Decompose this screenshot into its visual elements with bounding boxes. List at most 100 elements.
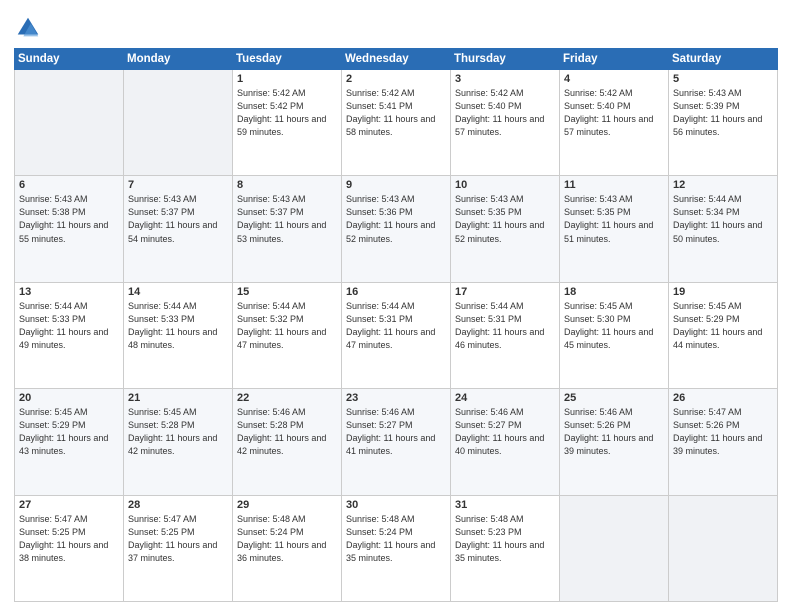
day-number: 19	[673, 286, 773, 298]
calendar-body: 1 Sunrise: 5:42 AM Sunset: 5:42 PM Daylig…	[15, 70, 778, 602]
day-info: Sunrise: 5:42 AM Sunset: 5:40 PM Dayligh…	[564, 87, 664, 139]
weekday-header-friday: Friday	[560, 49, 669, 70]
calendar-cell: 6 Sunrise: 5:43 AM Sunset: 5:38 PM Daylig…	[15, 176, 124, 282]
calendar-cell: 14 Sunrise: 5:44 AM Sunset: 5:33 PM Dayli…	[124, 282, 233, 388]
day-info: Sunrise: 5:43 AM Sunset: 5:37 PM Dayligh…	[237, 193, 337, 245]
calendar-week-0: 1 Sunrise: 5:42 AM Sunset: 5:42 PM Daylig…	[15, 70, 778, 176]
calendar-cell: 8 Sunrise: 5:43 AM Sunset: 5:37 PM Daylig…	[233, 176, 342, 282]
calendar-cell: 17 Sunrise: 5:44 AM Sunset: 5:31 PM Dayli…	[451, 282, 560, 388]
calendar-cell: 13Sunrise: 5:44 AM Sunset: 5:33 PM Dayli…	[15, 282, 124, 388]
day-info: Sunrise: 5:45 AM Sunset: 5:29 PM Dayligh…	[19, 406, 119, 458]
day-number: 5	[673, 73, 773, 85]
day-number: 26	[673, 392, 773, 404]
page: SundayMondayTuesdayWednesdayThursdayFrid…	[0, 0, 792, 612]
day-number: 28	[128, 499, 228, 511]
day-info: Sunrise: 5:44 AM Sunset: 5:31 PM Dayligh…	[455, 300, 555, 352]
day-number: 1	[237, 73, 337, 85]
day-info: Sunrise: 5:43 AM Sunset: 5:36 PM Dayligh…	[346, 193, 446, 245]
calendar-header: SundayMondayTuesdayWednesdayThursdayFrid…	[15, 49, 778, 70]
day-info: Sunrise: 5:43 AM Sunset: 5:35 PM Dayligh…	[564, 193, 664, 245]
day-number: 8	[237, 179, 337, 191]
day-info: Sunrise: 5:45 AM Sunset: 5:30 PM Dayligh…	[564, 300, 664, 352]
weekday-header-sunday: Sunday	[15, 49, 124, 70]
day-number: 25	[564, 392, 664, 404]
day-info: Sunrise: 5:46 AM Sunset: 5:28 PM Dayligh…	[237, 406, 337, 458]
day-info: Sunrise: 5:46 AM Sunset: 5:27 PM Dayligh…	[346, 406, 446, 458]
calendar-cell: 5 Sunrise: 5:43 AM Sunset: 5:39 PM Daylig…	[669, 70, 778, 176]
calendar-cell: 29Sunrise: 5:48 AM Sunset: 5:24 PM Dayli…	[233, 495, 342, 601]
day-number: 18	[564, 286, 664, 298]
calendar-cell: 15Sunrise: 5:44 AM Sunset: 5:32 PM Dayli…	[233, 282, 342, 388]
logo-icon	[14, 14, 42, 42]
day-info: Sunrise: 5:43 AM Sunset: 5:38 PM Dayligh…	[19, 193, 119, 245]
day-number: 31	[455, 499, 555, 511]
logo	[14, 14, 44, 42]
day-info: Sunrise: 5:44 AM Sunset: 5:34 PM Dayligh…	[673, 193, 773, 245]
day-info: Sunrise: 5:47 AM Sunset: 5:25 PM Dayligh…	[128, 513, 228, 565]
day-number: 2	[346, 73, 446, 85]
day-info: Sunrise: 5:48 AM Sunset: 5:24 PM Dayligh…	[237, 513, 337, 565]
calendar-cell: 18 Sunrise: 5:45 AM Sunset: 5:30 PM Dayli…	[560, 282, 669, 388]
calendar-cell: 24Sunrise: 5:46 AM Sunset: 5:27 PM Dayli…	[451, 389, 560, 495]
calendar-cell: 22Sunrise: 5:46 AM Sunset: 5:28 PM Dayli…	[233, 389, 342, 495]
calendar-cell	[124, 70, 233, 176]
calendar-cell: 21Sunrise: 5:45 AM Sunset: 5:28 PM Dayli…	[124, 389, 233, 495]
calendar-cell: 30Sunrise: 5:48 AM Sunset: 5:24 PM Dayli…	[342, 495, 451, 601]
day-number: 6	[19, 179, 119, 191]
day-number: 10	[455, 179, 555, 191]
day-info: Sunrise: 5:46 AM Sunset: 5:26 PM Dayligh…	[564, 406, 664, 458]
day-info: Sunrise: 5:44 AM Sunset: 5:32 PM Dayligh…	[237, 300, 337, 352]
weekday-header-wednesday: Wednesday	[342, 49, 451, 70]
calendar-week-4: 27 Sunrise: 5:47 AM Sunset: 5:25 PM Dayli…	[15, 495, 778, 601]
header	[14, 10, 778, 42]
calendar-cell: 12 Sunrise: 5:44 AM Sunset: 5:34 PM Dayli…	[669, 176, 778, 282]
weekday-header-saturday: Saturday	[669, 49, 778, 70]
calendar-week-2: 13Sunrise: 5:44 AM Sunset: 5:33 PM Dayli…	[15, 282, 778, 388]
day-info: Sunrise: 5:43 AM Sunset: 5:37 PM Dayligh…	[128, 193, 228, 245]
day-info: Sunrise: 5:46 AM Sunset: 5:27 PM Dayligh…	[455, 406, 555, 458]
day-number: 30	[346, 499, 446, 511]
day-number: 20	[19, 392, 119, 404]
calendar-cell: 25 Sunrise: 5:46 AM Sunset: 5:26 PM Dayli…	[560, 389, 669, 495]
calendar-cell: 23 Sunrise: 5:46 AM Sunset: 5:27 PM Dayli…	[342, 389, 451, 495]
day-number: 12	[673, 179, 773, 191]
calendar-cell: 7Sunrise: 5:43 AM Sunset: 5:37 PM Daylig…	[124, 176, 233, 282]
day-number: 23	[346, 392, 446, 404]
day-number: 14	[128, 286, 228, 298]
day-number: 27	[19, 499, 119, 511]
calendar-cell: 2 Sunrise: 5:42 AM Sunset: 5:41 PM Daylig…	[342, 70, 451, 176]
calendar-cell: 26Sunrise: 5:47 AM Sunset: 5:26 PM Dayli…	[669, 389, 778, 495]
day-number: 16	[346, 286, 446, 298]
calendar-cell: 27Sunrise: 5:47 AM Sunset: 5:25 PM Dayli…	[15, 495, 124, 601]
day-number: 11	[564, 179, 664, 191]
weekday-header-tuesday: Tuesday	[233, 49, 342, 70]
day-number: 21	[128, 392, 228, 404]
day-info: Sunrise: 5:43 AM Sunset: 5:35 PM Dayligh…	[455, 193, 555, 245]
calendar-cell: 9 Sunrise: 5:43 AM Sunset: 5:36 PM Daylig…	[342, 176, 451, 282]
day-info: Sunrise: 5:44 AM Sunset: 5:33 PM Dayligh…	[128, 300, 228, 352]
day-info: Sunrise: 5:48 AM Sunset: 5:23 PM Dayligh…	[455, 513, 555, 565]
day-info: Sunrise: 5:44 AM Sunset: 5:31 PM Dayligh…	[346, 300, 446, 352]
calendar-cell: 10 Sunrise: 5:43 AM Sunset: 5:35 PM Dayli…	[451, 176, 560, 282]
calendar-cell: 20 Sunrise: 5:45 AM Sunset: 5:29 PM Dayli…	[15, 389, 124, 495]
day-info: Sunrise: 5:42 AM Sunset: 5:42 PM Dayligh…	[237, 87, 337, 139]
calendar-cell: 19Sunrise: 5:45 AM Sunset: 5:29 PM Dayli…	[669, 282, 778, 388]
calendar-cell: 3Sunrise: 5:42 AM Sunset: 5:40 PM Daylig…	[451, 70, 560, 176]
weekday-header-thursday: Thursday	[451, 49, 560, 70]
calendar-cell	[15, 70, 124, 176]
day-info: Sunrise: 5:42 AM Sunset: 5:41 PM Dayligh…	[346, 87, 446, 139]
calendar-cell: 11 Sunrise: 5:43 AM Sunset: 5:35 PM Dayli…	[560, 176, 669, 282]
calendar-cell	[560, 495, 669, 601]
day-info: Sunrise: 5:44 AM Sunset: 5:33 PM Dayligh…	[19, 300, 119, 352]
day-number: 17	[455, 286, 555, 298]
calendar-week-3: 20 Sunrise: 5:45 AM Sunset: 5:29 PM Dayli…	[15, 389, 778, 495]
calendar-week-1: 6 Sunrise: 5:43 AM Sunset: 5:38 PM Daylig…	[15, 176, 778, 282]
weekday-header-monday: Monday	[124, 49, 233, 70]
calendar-cell: 28 Sunrise: 5:47 AM Sunset: 5:25 PM Dayli…	[124, 495, 233, 601]
day-number: 9	[346, 179, 446, 191]
calendar-cell: 4 Sunrise: 5:42 AM Sunset: 5:40 PM Daylig…	[560, 70, 669, 176]
calendar-table: SundayMondayTuesdayWednesdayThursdayFrid…	[14, 48, 778, 602]
day-info: Sunrise: 5:43 AM Sunset: 5:39 PM Dayligh…	[673, 87, 773, 139]
calendar-cell: 1 Sunrise: 5:42 AM Sunset: 5:42 PM Daylig…	[233, 70, 342, 176]
day-number: 4	[564, 73, 664, 85]
